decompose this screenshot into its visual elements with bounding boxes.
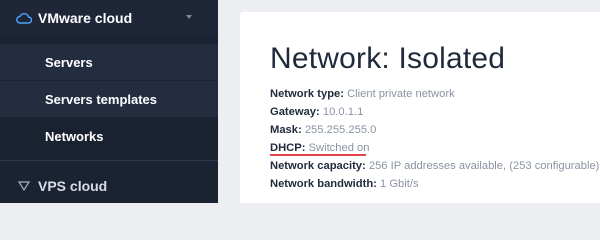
info-value: 256 IP addresses available, (253 configu… xyxy=(368,160,600,172)
info-value: Switched on xyxy=(308,142,370,154)
info-row-gateway: Gateway: 10.0.1.1 xyxy=(270,103,599,121)
sidebar-item-servers[interactable]: Servers xyxy=(0,44,218,80)
info-label: Network capacity: xyxy=(270,160,366,172)
sidebar-divider xyxy=(0,160,218,161)
info-label: Gateway: xyxy=(270,106,320,118)
sidebar-group-vps-cloud[interactable]: VPS cloud xyxy=(0,168,218,204)
sidebar-item-label: Networks xyxy=(45,128,104,144)
sidebar: VMware cloud Servers Servers templates N… xyxy=(0,0,218,203)
info-value: 255.255.255.0 xyxy=(304,124,377,136)
sidebar-item-label: Servers templates xyxy=(45,91,158,107)
network-info-list: Network type: Client private network Gat… xyxy=(270,85,599,193)
sidebar-item-servers-templates[interactable]: Servers templates xyxy=(0,81,218,117)
sidebar-group-vmware-cloud[interactable]: VMware cloud xyxy=(0,0,218,36)
info-label: DHCP: xyxy=(270,142,306,154)
cloud-icon xyxy=(16,13,32,24)
content-gutter xyxy=(218,0,240,203)
dhcp-status: DHCP: Switched on xyxy=(270,139,370,157)
info-row-dhcp: DHCP: Switched on xyxy=(270,139,599,157)
network-details-panel: Network: Isolated Network type: Client p… xyxy=(240,12,600,203)
info-row-network-type: Network type: Client private network xyxy=(270,85,599,103)
dhcp-highlight-underline xyxy=(270,154,366,156)
info-value: Client private network xyxy=(347,88,455,100)
info-value: 10.0.1.1 xyxy=(322,106,364,118)
info-row-network-bandwidth: Network bandwidth: 1 Gbit/s xyxy=(270,175,599,193)
sidebar-group-title: VPS cloud xyxy=(38,178,108,194)
triangle-down-icon xyxy=(18,181,30,191)
sidebar-item-label: Servers xyxy=(45,54,93,70)
sidebar-group-title: VMware cloud xyxy=(38,10,133,26)
info-row-network-capacity: Network capacity: 256 IP addresses avail… xyxy=(270,157,599,175)
info-value: 1 Gbit/s xyxy=(380,178,419,190)
info-label: Network bandwidth: xyxy=(270,178,377,190)
info-row-mask: Mask: 255.255.255.0 xyxy=(270,121,599,139)
page-title: Network: Isolated xyxy=(270,42,506,75)
sidebar-item-networks[interactable]: Networks xyxy=(0,118,218,154)
info-label: Mask: xyxy=(270,124,302,136)
chevron-down-icon[interactable] xyxy=(186,15,192,19)
info-label: Network type: xyxy=(270,88,344,100)
